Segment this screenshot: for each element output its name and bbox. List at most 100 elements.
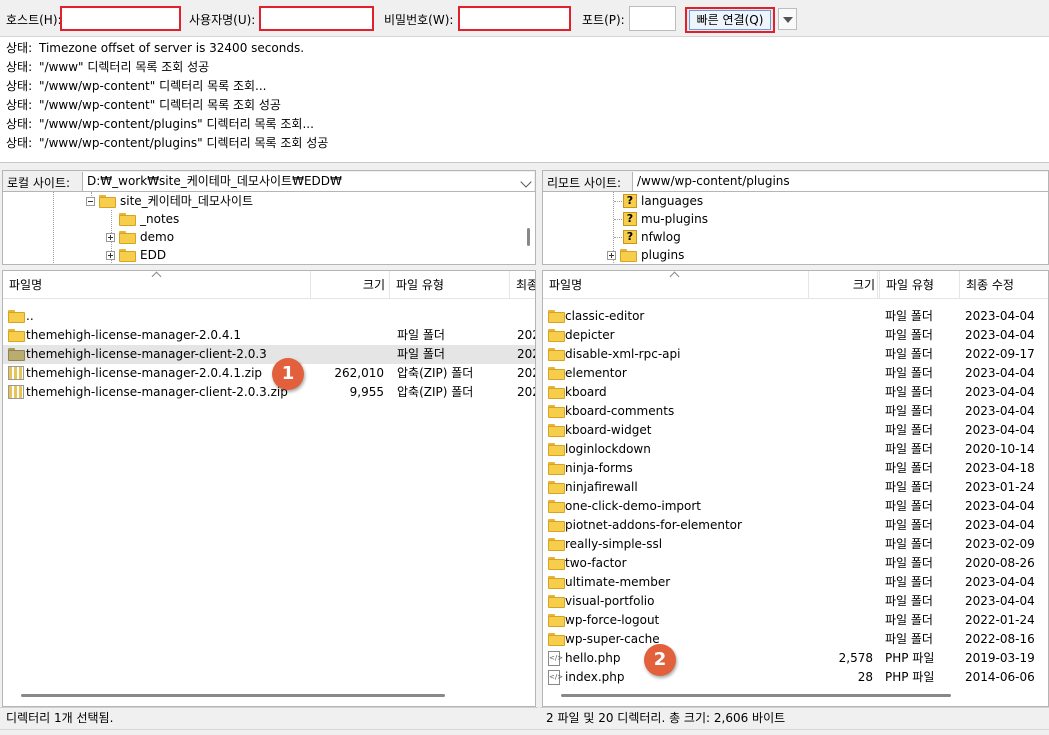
file-row[interactable]: kboard 파일 폴더 2023-04-04: [543, 383, 1048, 402]
file-row[interactable]: ultimate-member 파일 폴더 2023-04-04: [543, 573, 1048, 592]
file-row[interactable]: </> hello.php 2,578 PHP 파일 2019-03-19: [543, 649, 1048, 668]
folder-icon: [548, 310, 565, 323]
file-type: PHP 파일: [885, 651, 935, 665]
file-date: 2020-10-14: [965, 442, 1035, 456]
column-header-modified[interactable]: 최종: [510, 271, 535, 299]
file-type: 파일 폴더: [885, 556, 933, 570]
php-file-icon: </>: [548, 651, 563, 666]
file-row[interactable]: depicter 파일 폴더 2023-04-04: [543, 326, 1048, 345]
file-date: 2023-04-04: [965, 385, 1035, 399]
column-header-size[interactable]: 크기: [808, 271, 880, 299]
chevron-down-icon[interactable]: [520, 176, 532, 188]
expand-icon[interactable]: [106, 250, 115, 260]
expand-icon[interactable]: [106, 232, 115, 242]
file-name: one-click-demo-import: [565, 499, 702, 513]
file-row[interactable]: themehigh-license-manager-2.0.4.1 파일 폴더 20…: [3, 326, 535, 345]
file-row[interactable]: really-simple-ssl 파일 폴더 2023-02-09: [543, 535, 1048, 554]
folder-icon: [119, 248, 136, 262]
file-row[interactable]: ninjafirewall 파일 폴더 2023-01-24: [543, 478, 1048, 497]
file-name: piotnet-addons-for-elementor: [565, 518, 742, 532]
file-row[interactable]: visual-portfolio 파일 폴더 2023-04-04: [543, 592, 1048, 611]
file-row[interactable]: kboard-widget 파일 폴더 2023-04-04: [543, 421, 1048, 440]
local-list-scrollbar[interactable]: [21, 694, 445, 697]
php-file-icon: </>: [548, 670, 563, 685]
file-name: loginlockdown: [565, 442, 651, 456]
file-row[interactable]: classic-editor 파일 폴더 2023-04-04: [543, 307, 1048, 326]
column-header-type[interactable]: 파일 유형: [390, 271, 510, 299]
file-date: 2023-04-04: [965, 309, 1035, 323]
file-size: [805, 592, 873, 611]
column-header-type[interactable]: 파일 유형: [880, 271, 960, 299]
file-row[interactable]: one-click-demo-import 파일 폴더 2023-04-04: [543, 497, 1048, 516]
tree-item[interactable]: ? mu-plugins: [623, 210, 708, 228]
log-tag: 상태:: [6, 117, 33, 131]
file-row[interactable]: themehigh-license-manager-2.0.4.1.zip 262…: [3, 364, 535, 383]
file-row[interactable]: disable-xml-rpc-api 파일 폴더 2022-09-17: [543, 345, 1048, 364]
column-header-size[interactable]: 크기: [311, 271, 390, 299]
log-text: "/www/wp-content/plugins" 디렉터리 목록 조회...: [39, 117, 314, 131]
port-input[interactable]: [630, 7, 675, 30]
file-row[interactable]: elementor 파일 폴더 2023-04-04: [543, 364, 1048, 383]
quickconnect-dropdown-icon[interactable]: [778, 8, 797, 30]
log-tag: 상태:: [6, 136, 33, 150]
file-row[interactable]: ninja-forms 파일 폴더 2023-04-18: [543, 459, 1048, 478]
file-type: 파일 폴더: [885, 575, 933, 589]
file-name: kboard-widget: [565, 423, 652, 437]
file-row[interactable]: kboard-comments 파일 폴더 2023-04-04: [543, 402, 1048, 421]
folder-icon: [548, 538, 565, 551]
file-date: 2023-04-04: [965, 499, 1035, 513]
file-name: elementor: [565, 366, 627, 380]
file-row[interactable]: loginlockdown 파일 폴더 2020-10-14: [543, 440, 1048, 459]
file-row[interactable]: two-factor 파일 폴더 2020-08-26: [543, 554, 1048, 573]
host-label: 호스트(H):: [6, 13, 62, 27]
local-list-header: 파일명 크기 파일 유형 최종: [3, 271, 535, 299]
file-name: ninja-forms: [565, 461, 633, 475]
tree-item[interactable]: _notes: [119, 210, 179, 228]
remote-path-input[interactable]: /www/wp-content/plugins: [632, 172, 1048, 191]
user-input[interactable]: [261, 8, 372, 29]
file-size: [805, 345, 873, 364]
tree-item[interactable]: site_케이테마_데모사이트: [86, 192, 253, 210]
file-type: 파일 폴더: [885, 366, 933, 380]
log-tag: 상태:: [6, 79, 33, 93]
file-size: 2,578: [838, 651, 873, 665]
column-header-modified[interactable]: 최종 수정: [960, 271, 1048, 299]
host-input[interactable]: [62, 8, 179, 29]
log-tag: 상태:: [6, 98, 33, 112]
password-input[interactable]: [460, 8, 569, 29]
file-size: [805, 535, 873, 554]
port-label: 포트(P):: [582, 13, 625, 27]
expand-icon[interactable]: [607, 250, 616, 260]
collapse-icon[interactable]: [86, 196, 95, 206]
folder-icon: [548, 633, 565, 646]
file-size: [805, 421, 873, 440]
local-site-label: 로컬 사이트:: [7, 176, 71, 190]
tree-item[interactable]: plugins: [607, 246, 684, 264]
file-size: [805, 459, 873, 478]
tree-scrollbar[interactable]: [527, 228, 530, 246]
tree-item[interactable]: ? nfwlog: [623, 228, 681, 246]
file-row[interactable]: ..: [3, 307, 535, 326]
log-text: "/www/wp-content/plugins" 디렉터리 목록 조회 성공: [39, 136, 329, 150]
port-field[interactable]: [629, 6, 676, 31]
local-site-bar: 로컬 사이트: D:₩_work₩site_케이테마_데모사이트₩EDD₩: [2, 170, 536, 192]
log-line: 상태: Timezone offset of server is 32400 se…: [0, 39, 1049, 58]
file-row[interactable]: wp-super-cache 파일 폴더 2022-08-16: [543, 630, 1048, 649]
file-name: ultimate-member: [565, 575, 671, 589]
password-field[interactable]: [458, 6, 571, 31]
tree-item[interactable]: demo: [106, 228, 174, 246]
local-path-combo[interactable]: D:₩_work₩site_케이테마_데모사이트₩EDD₩: [82, 172, 534, 191]
host-field[interactable]: [60, 6, 181, 31]
remote-list-scrollbar[interactable]: [561, 694, 951, 697]
file-row[interactable]: wp-force-logout 파일 폴더 2022-01-24: [543, 611, 1048, 630]
file-name: ..: [26, 309, 34, 323]
file-row[interactable]: piotnet-addons-for-elementor 파일 폴더 2023-04…: [543, 516, 1048, 535]
tree-item[interactable]: ? languages: [623, 192, 703, 210]
file-name: index.php: [565, 670, 625, 684]
file-row[interactable]: themehigh-license-manager-client-2.0.3.z…: [3, 383, 535, 402]
tree-item[interactable]: EDD: [106, 246, 166, 264]
file-row[interactable]: </> index.php 28 PHP 파일 2014-06-06: [543, 668, 1048, 687]
quickconnect-button[interactable]: 빠른 연결(Q): [685, 7, 775, 33]
file-row[interactable]: themehigh-license-manager-client-2.0.3 파일…: [3, 345, 535, 364]
user-field[interactable]: [259, 6, 374, 31]
